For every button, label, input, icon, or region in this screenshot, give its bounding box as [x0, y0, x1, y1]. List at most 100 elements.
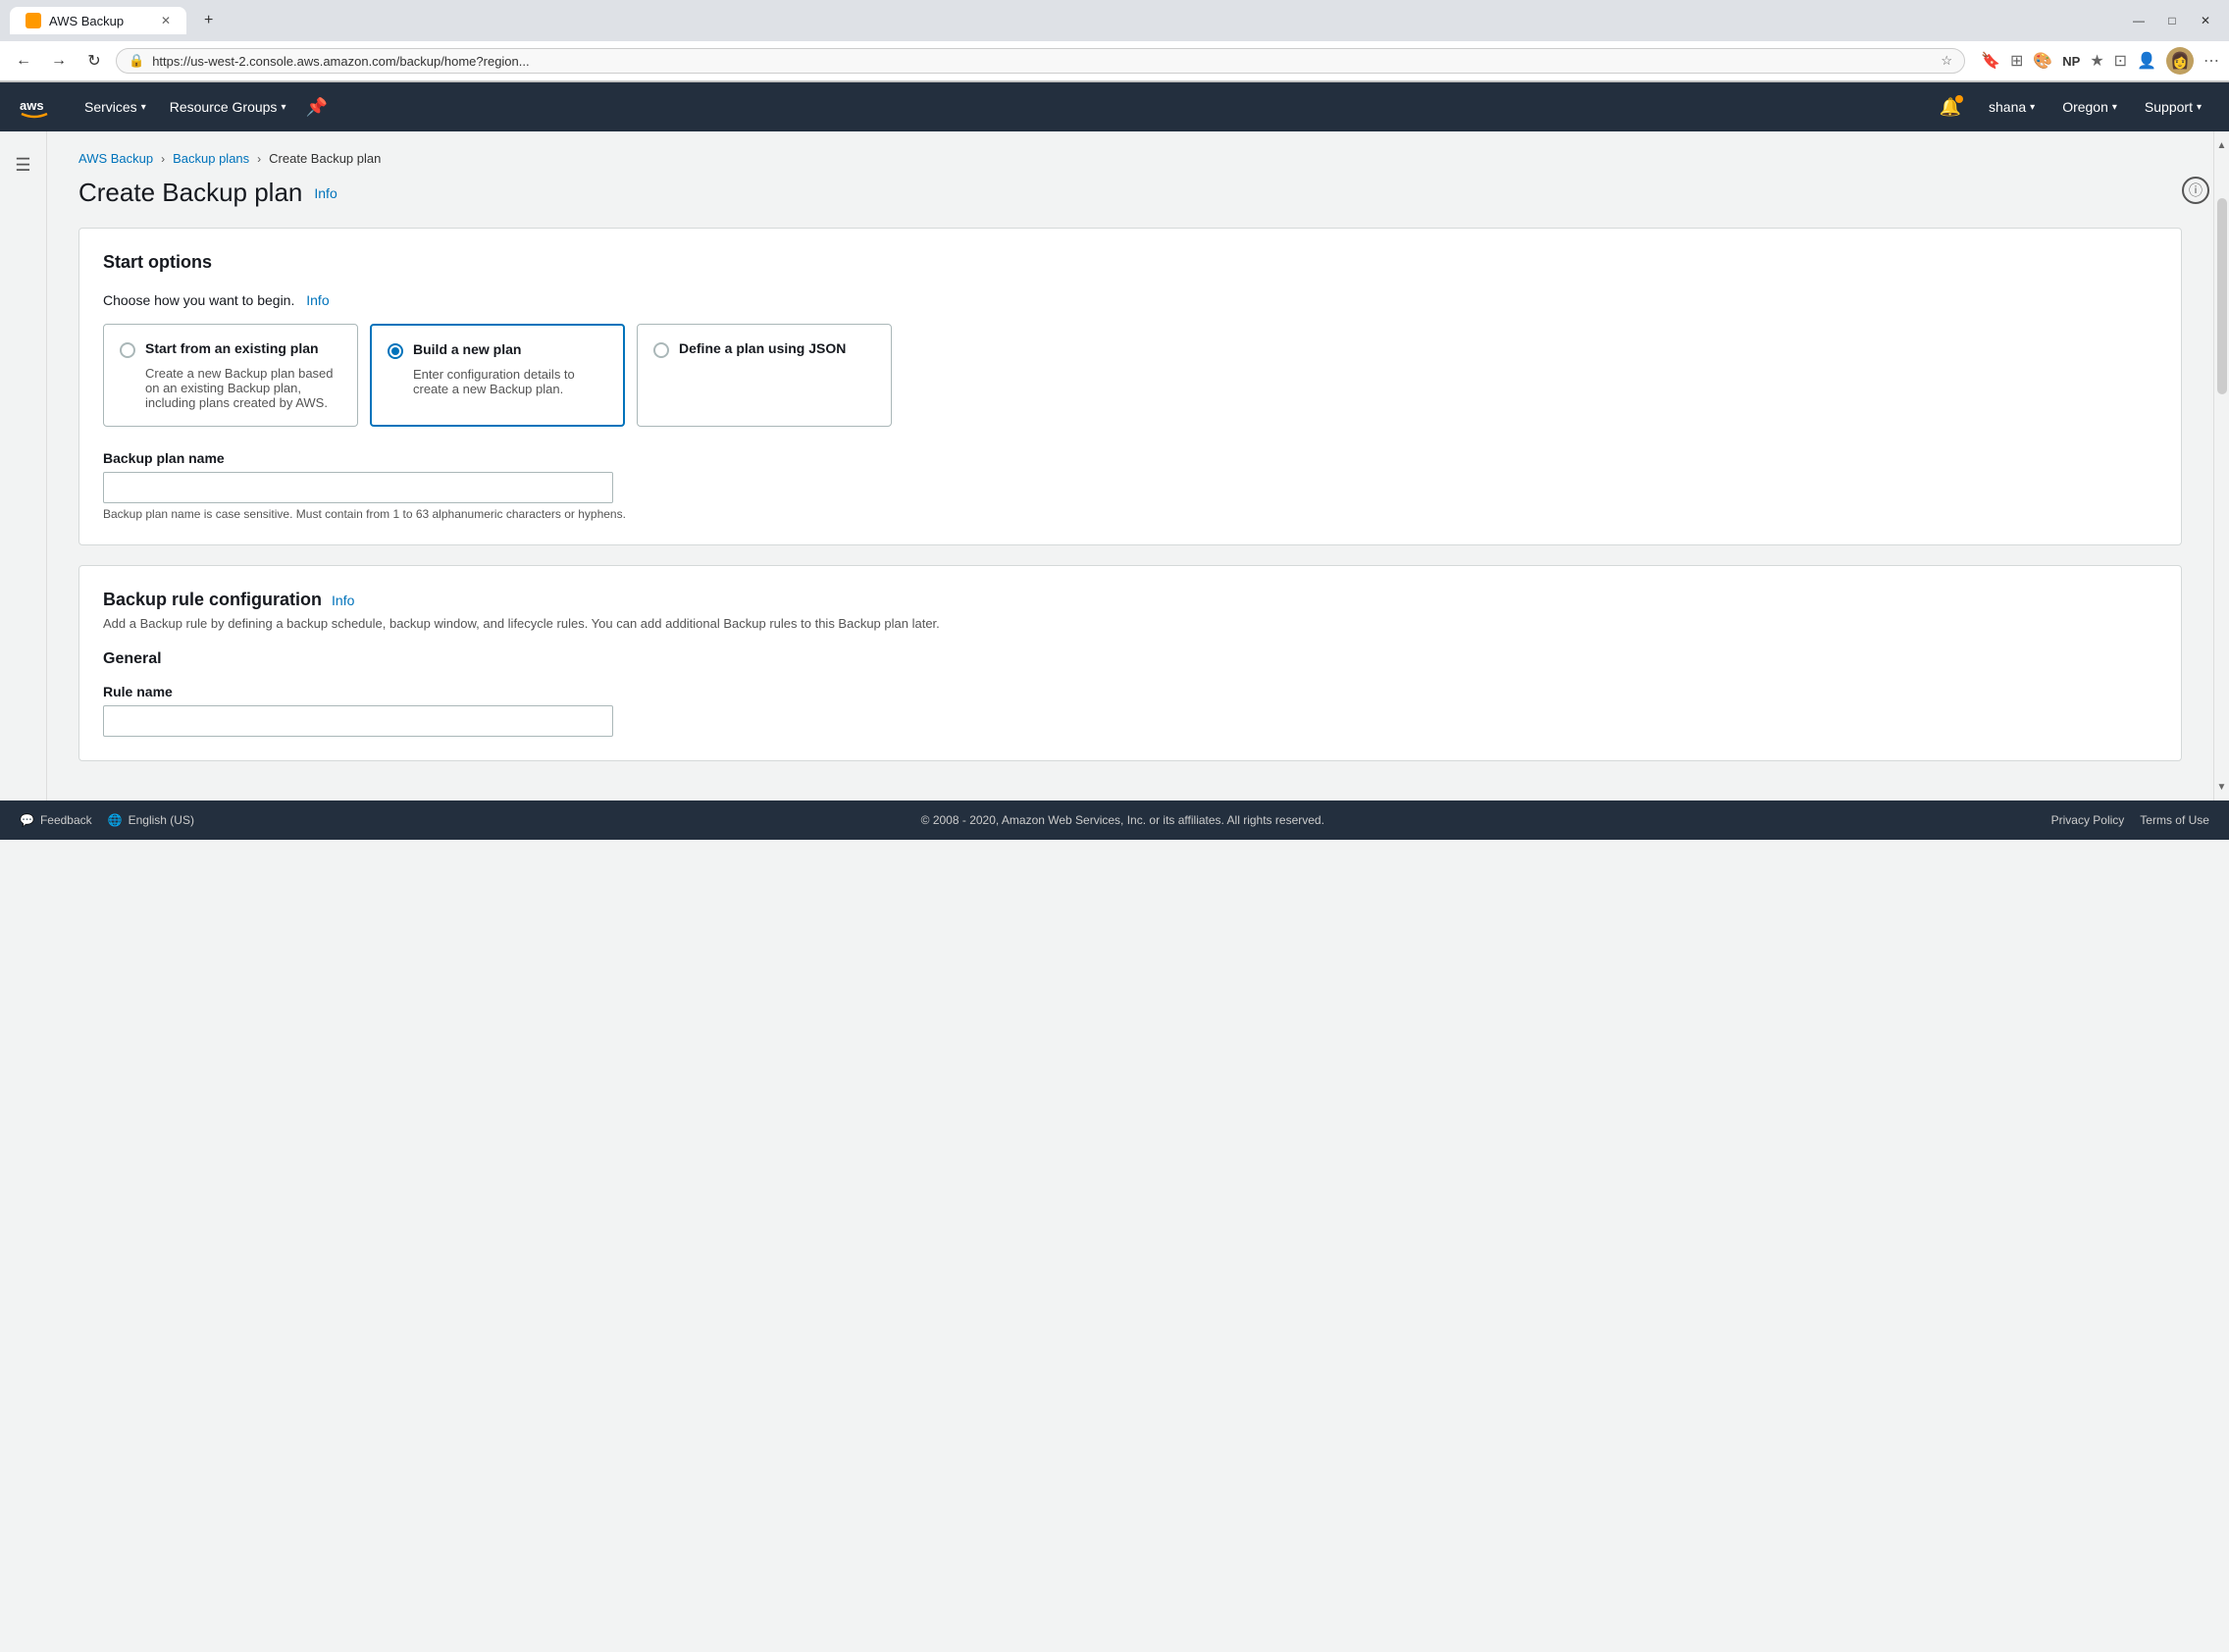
tab-title: AWS Backup [49, 14, 124, 28]
forward-button[interactable]: → [45, 47, 73, 75]
plan-name-hint: Backup plan name is case sensitive. Must… [103, 507, 2157, 521]
browser-chrome: AWS Backup ✕ + — □ ✕ ← → ↻ 🔒 https://us-… [0, 0, 2229, 82]
option-existing-desc: Create a new Backup plan based on an exi… [120, 366, 341, 410]
general-heading: General [103, 650, 2157, 668]
aws-logo[interactable]: aws [16, 88, 53, 126]
close-button[interactable]: ✕ [2192, 7, 2219, 34]
address-bar[interactable]: 🔒 https://us-west-2.console.aws.amazon.c… [116, 48, 1965, 74]
resource-groups-label: Resource Groups [170, 99, 278, 115]
option-json-title: Define a plan using JSON [679, 340, 846, 356]
back-button[interactable]: ← [10, 47, 37, 75]
browser-menu-icon[interactable]: ⋯ [2203, 51, 2219, 71]
support-chevron: ▾ [2197, 102, 2202, 113]
aws-nav-right: 🔔 shana ▾ Oregon ▾ Support ▾ [1928, 82, 2213, 131]
browser-icon-4[interactable]: ★ [2090, 51, 2103, 71]
radio-existing[interactable] [120, 342, 135, 358]
option-existing[interactable]: Start from an existing plan Create a new… [103, 324, 358, 427]
region-menu[interactable]: Oregon ▾ [2050, 82, 2129, 131]
page-info-link[interactable]: Info [314, 185, 337, 201]
page-title-row: Create Backup plan Info [78, 178, 2182, 208]
choose-label-row: Choose how you want to begin. Info [103, 292, 2157, 308]
browser-icon-1[interactable]: 🔖 [1981, 51, 2000, 71]
language-selector[interactable]: 🌐 English (US) [108, 813, 194, 827]
tab-favicon [26, 13, 41, 28]
browser-titlebar: AWS Backup ✕ + — □ ✕ [0, 0, 2229, 41]
notification-dot [1955, 95, 1963, 103]
footer-right: Privacy Policy Terms of Use [2051, 813, 2209, 827]
terms-of-use-link[interactable]: Terms of Use [2140, 813, 2209, 827]
browser-icon-3[interactable]: 🎨 [2033, 51, 2052, 71]
breadcrumb-home[interactable]: AWS Backup [78, 151, 153, 166]
minimize-button[interactable]: — [2125, 7, 2152, 34]
radio-new[interactable] [388, 343, 403, 359]
support-menu[interactable]: Support ▾ [2133, 82, 2213, 131]
browser-icon-2[interactable]: ⊞ [2010, 51, 2023, 71]
pin-icon[interactable]: 📌 [297, 97, 335, 118]
services-menu[interactable]: Services ▾ [73, 82, 158, 131]
feedback-icon: 💬 [20, 813, 34, 827]
notifications-menu[interactable]: 🔔 [1928, 82, 1973, 131]
user-label: shana [1989, 99, 2026, 115]
feedback-button[interactable]: 💬 Feedback [20, 813, 92, 827]
option-json-header: Define a plan using JSON [653, 340, 875, 358]
option-new-desc: Enter configuration details to create a … [388, 367, 607, 396]
footer-left: 💬 Feedback 🌐 English (US) [20, 813, 194, 827]
browser-tab[interactable]: AWS Backup ✕ [10, 7, 186, 34]
option-cards: Start from an existing plan Create a new… [103, 324, 2157, 427]
scroll-up-button[interactable]: ▲ [2215, 131, 2229, 159]
browser-icon-6[interactable]: 👤 [2137, 51, 2156, 71]
radio-json[interactable] [653, 342, 669, 358]
backup-rule-subtitle: Add a Backup rule by defining a backup s… [103, 616, 2157, 631]
rule-name-input[interactable] [103, 705, 613, 737]
start-options-title: Start options [103, 252, 2157, 273]
maximize-button[interactable]: □ [2158, 7, 2186, 34]
backup-rule-card: Backup rule configuration Info Add a Bac… [78, 565, 2182, 761]
services-label: Services [84, 99, 137, 115]
footer-copyright: © 2008 - 2020, Amazon Web Services, Inc.… [921, 813, 1324, 827]
rule-name-field: Rule name [103, 684, 2157, 737]
choose-info-link[interactable]: Info [306, 292, 329, 308]
option-new[interactable]: Build a new plan Enter configuration det… [370, 324, 625, 427]
resource-groups-chevron: ▾ [281, 102, 285, 113]
new-tab-button[interactable]: + [194, 6, 223, 35]
choose-label-text: Choose how you want to begin. [103, 292, 294, 308]
privacy-policy-link[interactable]: Privacy Policy [2051, 813, 2125, 827]
scroll-thumb[interactable] [2217, 198, 2227, 394]
breadcrumb-sep-2: › [257, 152, 261, 166]
bell-icon-wrapper: 🔔 [1940, 97, 1961, 118]
feedback-label: Feedback [40, 813, 92, 827]
region-chevron: ▾ [2112, 102, 2117, 113]
rule-name-label: Rule name [103, 684, 2157, 699]
info-circle-container: ⓘ [2182, 177, 2209, 204]
radio-new-inner [391, 347, 399, 355]
refresh-button[interactable]: ↻ [80, 47, 108, 75]
region-label: Oregon [2062, 99, 2108, 115]
scroll-down-button[interactable]: ▼ [2215, 773, 2229, 800]
scrollbar-track: ▲ ▼ [2213, 131, 2229, 800]
hamburger-menu[interactable]: ☰ [7, 147, 38, 183]
option-existing-title: Start from an existing plan [145, 340, 319, 356]
sidebar-toggle: ☰ [0, 131, 47, 800]
breadcrumb-plans[interactable]: Backup plans [173, 151, 249, 166]
option-json[interactable]: Define a plan using JSON [637, 324, 892, 427]
user-menu[interactable]: shana ▾ [1977, 82, 2047, 131]
footer: 💬 Feedback 🌐 English (US) © 2008 - 2020,… [0, 800, 2229, 840]
browser-icons: 🔖 ⊞ 🎨 NP ★ ⊡ 👤 👩 ⋯ [1981, 47, 2219, 75]
plan-name-label: Backup plan name [103, 450, 2157, 466]
info-circle-button[interactable]: ⓘ [2182, 177, 2209, 204]
user-chevron: ▾ [2030, 102, 2035, 113]
browser-profile[interactable]: NP [2062, 54, 2080, 69]
svg-text:aws: aws [20, 98, 44, 113]
language-label: English (US) [129, 813, 194, 827]
tab-close-button[interactable]: ✕ [161, 14, 171, 27]
breadcrumb: AWS Backup › Backup plans › Create Backu… [78, 151, 2182, 166]
user-avatar[interactable]: 👩 [2166, 47, 2194, 75]
main-layout: ☰ AWS Backup › Backup plans › Create Bac… [0, 131, 2229, 800]
services-chevron: ▾ [141, 102, 146, 113]
start-options-card: Start options Choose how you want to beg… [78, 228, 2182, 545]
resource-groups-menu[interactable]: Resource Groups ▾ [158, 82, 298, 131]
backup-rule-info-link[interactable]: Info [332, 593, 354, 608]
plan-name-input[interactable] [103, 472, 613, 503]
globe-icon: 🌐 [108, 813, 123, 827]
browser-icon-5[interactable]: ⊡ [2114, 51, 2127, 71]
